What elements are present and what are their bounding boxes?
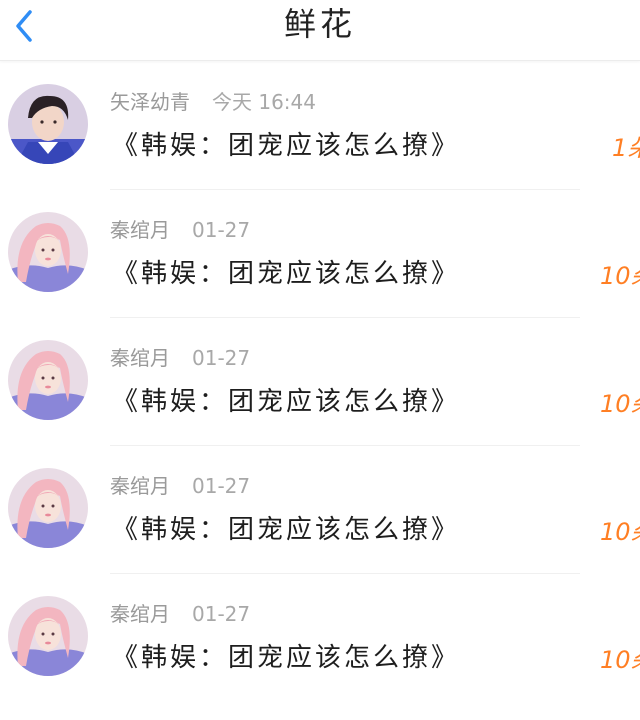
girl-avatar-icon [8,212,88,292]
sender-name: 秦绾月 [110,602,170,626]
flower-count: 10朵 [600,646,640,674]
avatar [8,212,88,292]
book-title: 《韩娱：团宠应该怎么撩》 [112,131,461,161]
list-item[interactable]: 秦绾月 01-27 《韩娱：团宠应该怎么撩》 10朵 [0,318,640,446]
top-nav-bar: 鲜花 [0,0,640,61]
send-time: 01-27 [192,346,251,370]
flower-count: 10朵 [600,518,640,546]
list-item[interactable]: 秦绾月 01-27 《韩娱：团宠应该怎么撩》 10朵 [0,190,640,318]
flower-record-list: 矢泽幼青今天 16:44 《韩娱：团宠应该怎么撩》 1朵 秦绾月 01-27 《韩… [0,62,640,702]
avatar [8,468,88,548]
send-time: 01-27 [192,602,251,626]
flower-count: 10朵 [600,262,640,290]
avatar [8,596,88,676]
send-time: 01-27 [192,474,251,498]
girl-avatar-icon [8,340,88,420]
flower-count: 10朵 [600,390,640,418]
boy-avatar-icon [8,84,88,164]
book-title: 《韩娱：团宠应该怎么撩》 [112,387,461,417]
page-title: 鲜花 [283,5,356,43]
girl-avatar-icon [8,468,88,548]
list-item[interactable]: 秦绾月 01-27 《韩娱：团宠应该怎么撩》 10朵 [0,574,640,702]
flower-count: 1朵 [612,134,640,162]
sender-meta: 秦绾月 01-27 [110,344,250,372]
sender-name: 秦绾月 [110,346,170,370]
sender-meta: 矢泽幼青 今天 16:44 [110,88,316,116]
sender-name: 矢泽幼青 [110,90,190,114]
sender-meta: 秦绾月 01-27 [110,600,250,628]
send-time: 01-27 [192,218,251,242]
sender-name: 秦绾月 [110,218,170,242]
sender-meta: 秦绾月 01-27 [110,472,250,500]
girl-avatar-icon [8,596,88,676]
send-time: 今天 16:44 [212,90,316,114]
book-title: 《韩娱：团宠应该怎么撩》 [112,515,461,545]
list-item[interactable]: 矢泽幼青今天 16:44 《韩娱：团宠应该怎么撩》 1朵 [0,62,640,190]
book-title: 《韩娱：团宠应该怎么撩》 [112,643,461,673]
avatar [8,84,88,164]
sender-name: 秦绾月 [110,474,170,498]
book-title: 《韩娱：团宠应该怎么撩》 [112,259,461,289]
list-item[interactable]: 秦绾月 01-27 《韩娱：团宠应该怎么撩》 10朵 [0,446,640,574]
avatar [8,340,88,420]
sender-meta: 秦绾月 01-27 [110,216,250,244]
